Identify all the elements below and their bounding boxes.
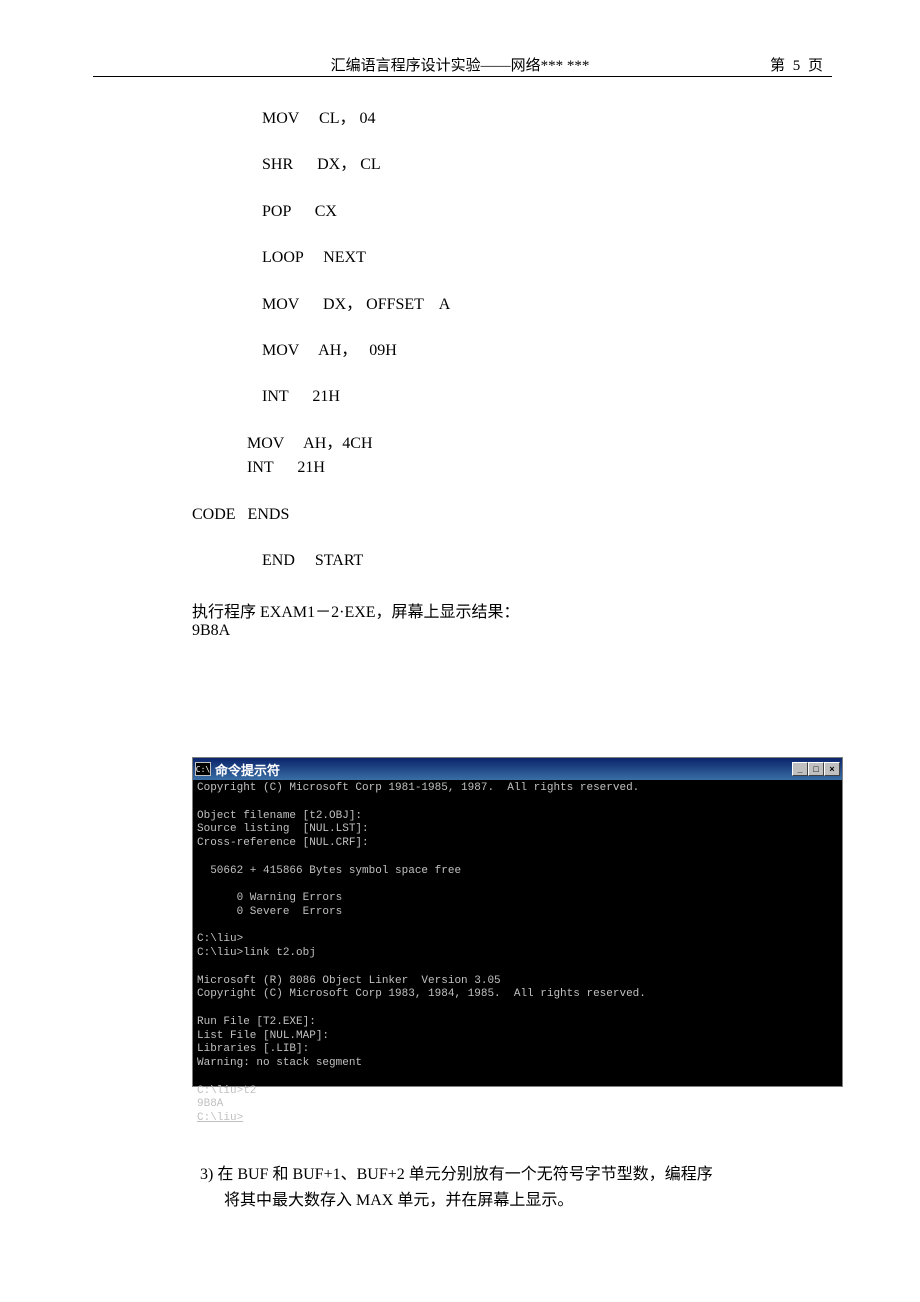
page-header: 汇编语言程序设计实验——网络*** *** 第 5 页 xyxy=(0,54,920,75)
header-underline xyxy=(93,76,832,77)
code-line: INT 21H xyxy=(192,386,812,408)
cmd-prompt: C:\liu> xyxy=(197,1112,243,1124)
code-line: LOOP NEXT xyxy=(192,247,812,269)
window-controls: _ □ × xyxy=(792,762,840,776)
result-line2: 9B8A xyxy=(192,622,812,640)
code-line: INT 21H xyxy=(192,457,812,479)
code-line: SHR DX， CL xyxy=(192,154,812,176)
result-text: 执行程序 EXAM1－2·EXE，屏幕上显示结果： 9B8A xyxy=(192,598,812,640)
code-line: MOV AH，4CH xyxy=(192,433,812,455)
code-line: MOV DX， OFFSET A xyxy=(192,294,812,316)
cmd-title: 命令提示符 xyxy=(215,760,792,779)
code-line: MOV AH， 09H xyxy=(192,340,812,362)
question-line1: 3) 在 BUF 和 BUF+1、BUF+2 单元分别放有一个无符号字节型数，编… xyxy=(200,1162,810,1188)
header-page-number: 第 5 页 xyxy=(770,54,825,75)
cmd-output: Copyright (C) Microsoft Corp 1981-1985, … xyxy=(197,782,646,1110)
cmd-icon: C:\ xyxy=(195,762,211,776)
content-area: MOV CL， 04 SHR DX， CL POP CX LOOP NEXT M… xyxy=(192,108,812,640)
minimize-button[interactable]: _ xyxy=(792,762,808,776)
code-line: POP CX xyxy=(192,201,812,223)
result-line1: 执行程序 EXAM1－2·EXE，屏幕上显示结果： xyxy=(192,598,812,622)
maximize-button[interactable]: □ xyxy=(808,762,824,776)
code-line: MOV CL， 04 xyxy=(192,108,812,130)
cmd-body[interactable]: Copyright (C) Microsoft Corp 1981-1985, … xyxy=(193,780,842,1086)
cmd-titlebar[interactable]: C:\ 命令提示符 _ □ × xyxy=(193,758,842,780)
close-button[interactable]: × xyxy=(824,762,840,776)
code-line: END START xyxy=(192,550,812,572)
code-line: CODE ENDS xyxy=(192,504,812,526)
question-line2: 将其中最大数存入 MAX 单元，并在屏幕上显示。 xyxy=(200,1188,810,1214)
question-text: 3) 在 BUF 和 BUF+1、BUF+2 单元分别放有一个无符号字节型数，编… xyxy=(200,1162,810,1215)
command-prompt-window: C:\ 命令提示符 _ □ × Copyright (C) Microsoft … xyxy=(192,757,843,1087)
header-title: 汇编语言程序设计实验——网络*** *** xyxy=(331,54,590,75)
